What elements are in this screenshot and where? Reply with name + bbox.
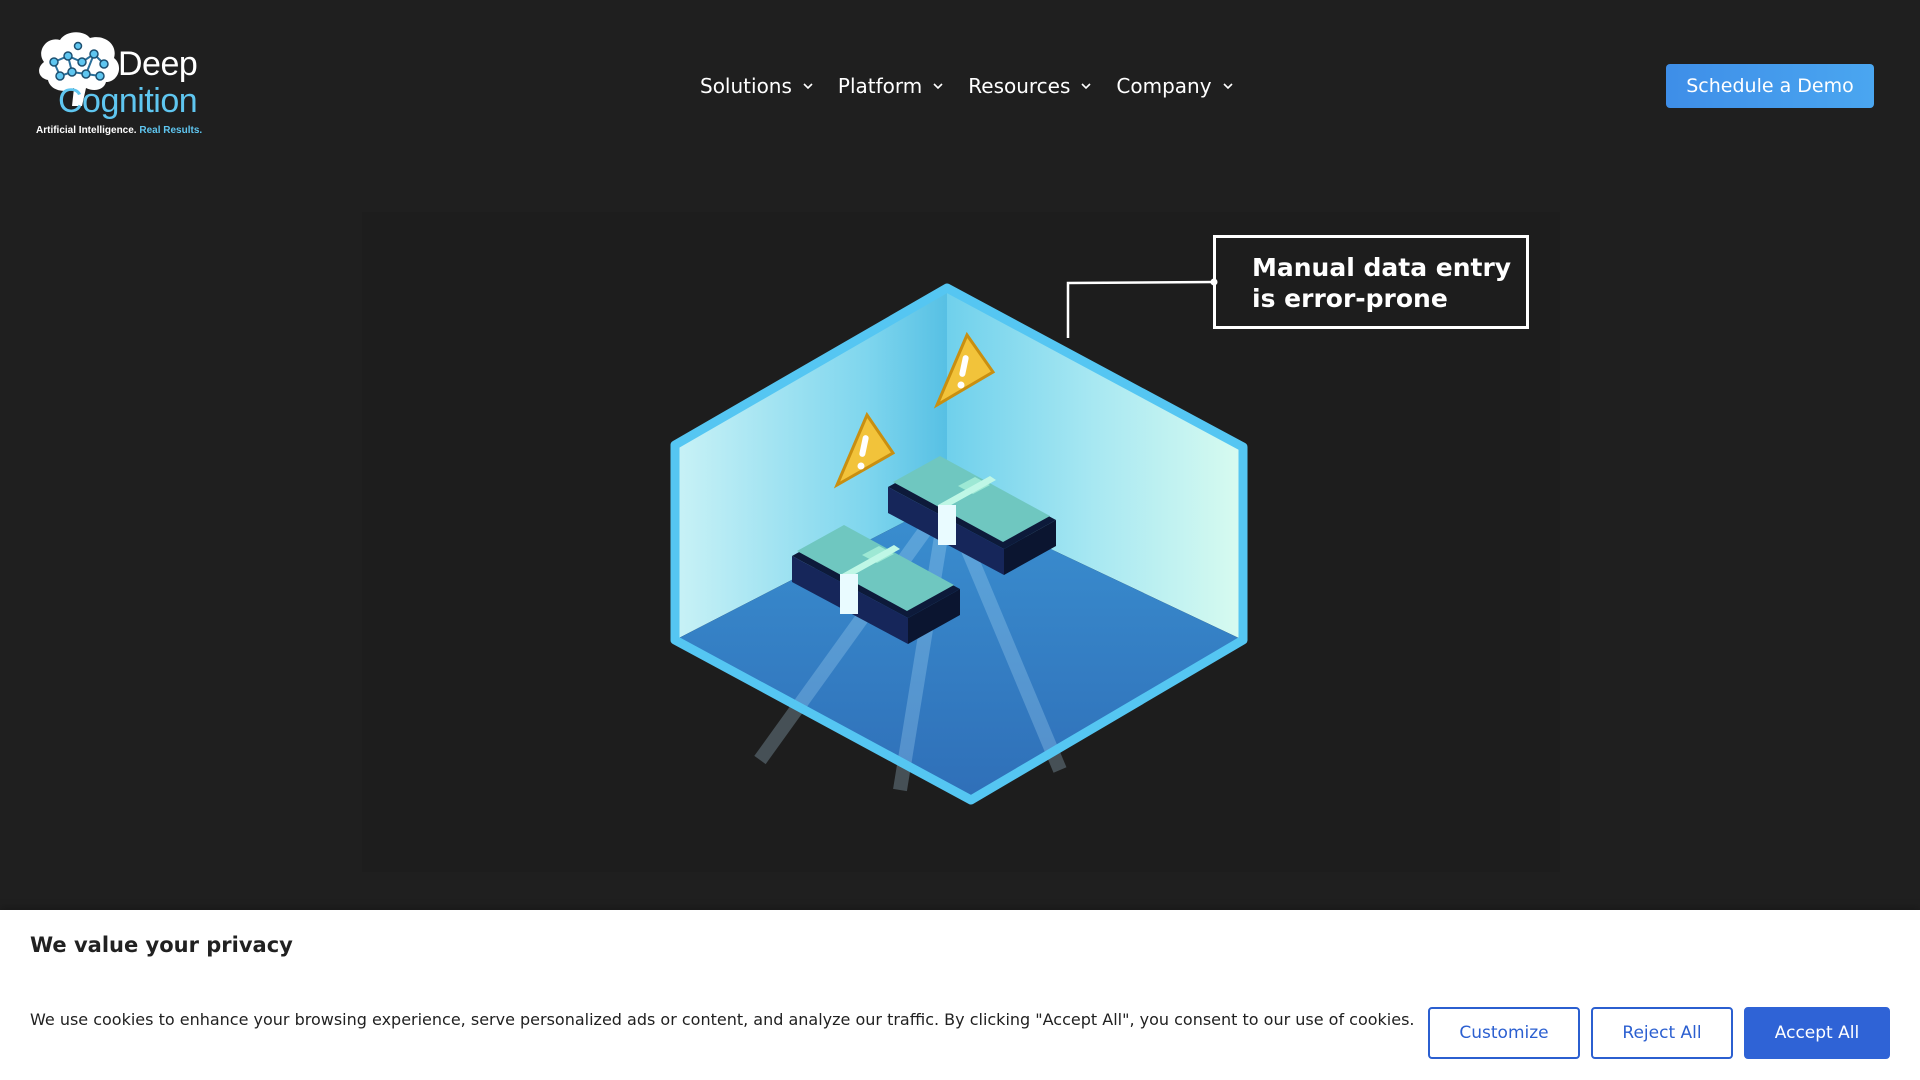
- callout-box: Manual data entry is error-prone: [1213, 235, 1529, 329]
- callout-line-1: Manual data entry: [1252, 253, 1512, 282]
- cookie-banner-text: We use cookies to enhance your browsing …: [30, 1010, 1415, 1029]
- callout-line-2: is error-prone: [1252, 284, 1448, 313]
- reject-all-button[interactable]: Reject All: [1591, 1007, 1733, 1059]
- accept-all-button[interactable]: Accept All: [1744, 1007, 1890, 1059]
- customize-button[interactable]: Customize: [1428, 1007, 1580, 1059]
- cookie-banner-title: We value your privacy: [30, 933, 293, 957]
- isometric-room-illustration: [670, 278, 1248, 805]
- callout-connector: [1066, 280, 1215, 338]
- cookie-consent-banner: We value your privacy We use cookies to …: [0, 910, 1920, 1080]
